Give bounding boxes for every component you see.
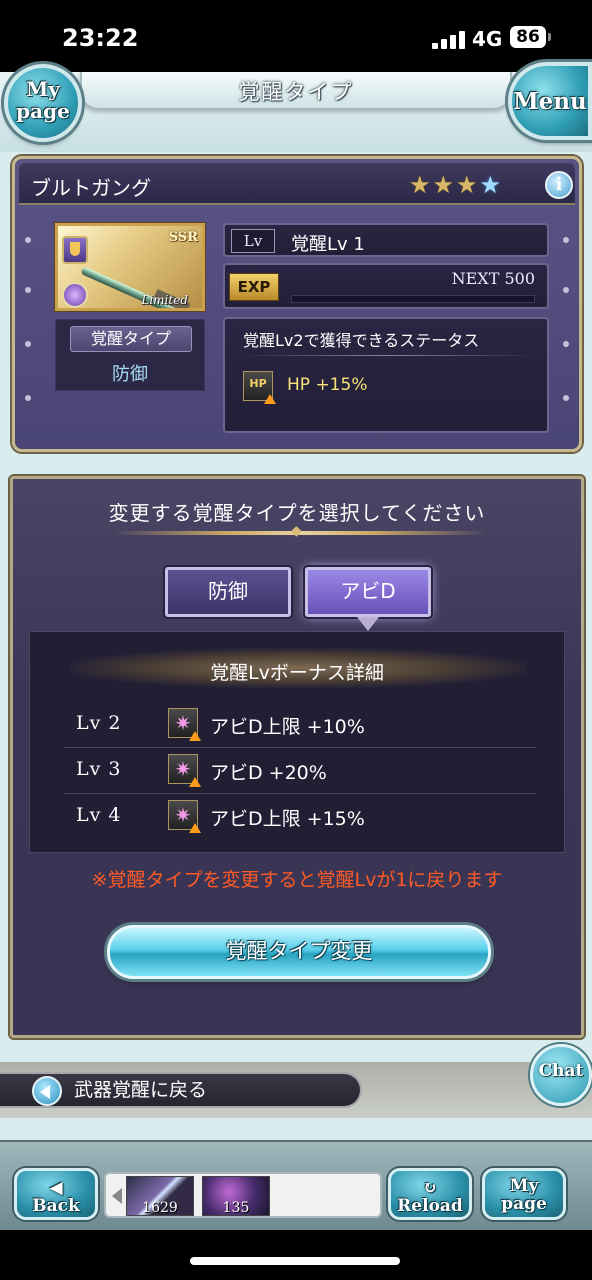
tab-ability-damage[interactable]: アビD — [305, 567, 431, 617]
thumbnail-item[interactable]: 135 — [202, 1176, 270, 1216]
star-icon: ★ — [456, 171, 480, 199]
exp-box: EXP NEXT 500 — [223, 263, 549, 309]
bonus-text: アビD +20% — [210, 762, 327, 784]
left-arrow-icon[interactable] — [112, 1188, 122, 1204]
home-indicator — [0, 1230, 592, 1280]
bonus-level: Lv 2 — [76, 712, 122, 734]
selection-title: 変更する覚醒タイプを選択してください — [108, 501, 486, 525]
chat-button[interactable]: Chat — [530, 1044, 592, 1106]
back-link-area: 武器覚醒に戻る — [0, 1062, 592, 1118]
party-thumbnail-strip: 1629 135 — [104, 1172, 382, 1218]
thumbnail-item[interactable]: 1629 — [126, 1176, 194, 1216]
lv-tag: Lv — [231, 229, 275, 253]
awakening-type-box: 覚醒タイプ 防御 — [55, 319, 205, 391]
selected-tab-pointer-icon — [357, 617, 379, 631]
divider — [239, 355, 535, 356]
ssr-label: SSR — [168, 230, 198, 245]
bonus-text: アビD上限 +15% — [210, 808, 365, 830]
status-bar: 23:22 4G 86 — [0, 0, 592, 72]
sparkle-up-icon: ✷ — [168, 708, 201, 741]
weapon-name-bar: ブルトガング ★★★★ i — [19, 163, 575, 205]
bonus-row: Lv 2 ✷ アビD上限 +10% — [64, 702, 536, 748]
rivet — [563, 237, 569, 243]
home-indicator-bar — [190, 1257, 400, 1265]
weapon-panel: ブルトガング ★★★★ i SSR Limited 覚醒タイプ 防御 Lv 覚醒… — [12, 156, 582, 452]
dark-element-icon — [62, 282, 88, 308]
tab-defense[interactable]: 防御 — [165, 567, 291, 617]
next-status-box: 覚醒Lv2で獲得できるステータス HP HP +15% — [223, 317, 549, 433]
back-arrow-icon — [32, 1076, 62, 1106]
awakening-level-box: Lv 覚醒Lv 1 — [223, 223, 549, 257]
mypage-bottom-button[interactable]: My page — [482, 1168, 566, 1220]
rivet — [563, 341, 569, 347]
star-icon: ★ — [432, 171, 457, 199]
bonus-row: Lv 3 ✷ アビD +20% — [64, 748, 536, 794]
back-link-label: 武器覚醒に戻る — [74, 1079, 208, 1101]
back-button[interactable]: ◀ Back — [14, 1168, 98, 1220]
star-icon: ★ — [409, 171, 433, 199]
change-awakening-type-button[interactable]: 覚醒タイプ変更 — [107, 925, 491, 979]
rivet — [25, 395, 31, 401]
back-label: Back — [32, 1196, 80, 1216]
bonus-level: Lv 4 — [76, 804, 122, 826]
bonus-title: 覚醒Lvボーナス詳細 — [210, 662, 384, 684]
star-icon: ★ — [479, 171, 504, 199]
next-status-value: HP +15% — [287, 375, 368, 395]
hp-up-icon: HP — [243, 371, 276, 404]
signal-icon — [432, 31, 466, 49]
exp-tag: EXP — [229, 273, 279, 301]
rivet — [25, 237, 31, 243]
back-arrow-icon: ◀ — [49, 1178, 63, 1198]
page-title: 覚醒タイプ — [238, 80, 354, 104]
bonus-row: Lv 4 ✷ アビD上限 +15% — [64, 794, 536, 840]
rivet — [563, 395, 569, 401]
menu-button[interactable]: Menu — [508, 62, 592, 140]
defense-type-icon — [62, 236, 88, 264]
header-bar: 覚醒タイプ — [80, 72, 512, 110]
mypage-button[interactable]: My page — [4, 64, 82, 142]
bonus-details-box: 覚醒Lvボーナス詳細 Lv 2 ✷ アビD上限 +10% Lv 3 ✷ アビD … — [29, 631, 565, 853]
awakening-level: 覚醒Lv 1 — [291, 234, 365, 255]
battery-icon: 86 — [510, 26, 551, 48]
next-status-title: 覚醒Lv2で獲得できるステータス — [243, 331, 480, 350]
network-label: 4G — [472, 27, 503, 51]
reload-label: Reload — [397, 1196, 463, 1216]
weapon-name: ブルトガング — [31, 176, 151, 200]
rivet — [25, 341, 31, 347]
ornament-divider — [113, 523, 487, 539]
reload-button[interactable]: ↻ Reload — [388, 1168, 472, 1220]
weapon-image[interactable]: SSR Limited — [55, 223, 205, 311]
rivet — [563, 287, 569, 293]
awakening-type-value: 防御 — [112, 364, 148, 385]
warning-text: ※覚醒タイプを変更すると覚醒Lvが1に戻ります — [91, 869, 503, 891]
sparkle-up-icon: ✷ — [168, 754, 201, 787]
sparkle-up-icon: ✷ — [168, 800, 201, 833]
status-time: 23:22 — [62, 24, 139, 52]
rarity-stars: ★★★★ — [409, 171, 503, 199]
reload-icon: ↻ — [422, 1178, 438, 1198]
awakening-type-label: 覚醒タイプ — [70, 326, 192, 352]
back-to-weapon-awakening-link[interactable]: 武器覚醒に戻る — [0, 1072, 362, 1108]
bonus-level: Lv 3 — [76, 758, 122, 780]
exp-progress-bar — [291, 295, 535, 303]
limited-label: Limited — [141, 293, 188, 307]
header: 覚醒タイプ — [0, 72, 592, 152]
exp-next: NEXT 500 — [451, 269, 535, 288]
rivet — [25, 287, 31, 293]
awakening-type-selection-panel: 変更する覚醒タイプを選択してください 防御 アビD 覚醒Lvボーナス詳細 Lv … — [10, 476, 584, 1038]
bonus-text: アビD上限 +10% — [210, 716, 365, 738]
info-icon[interactable]: i — [545, 171, 573, 199]
